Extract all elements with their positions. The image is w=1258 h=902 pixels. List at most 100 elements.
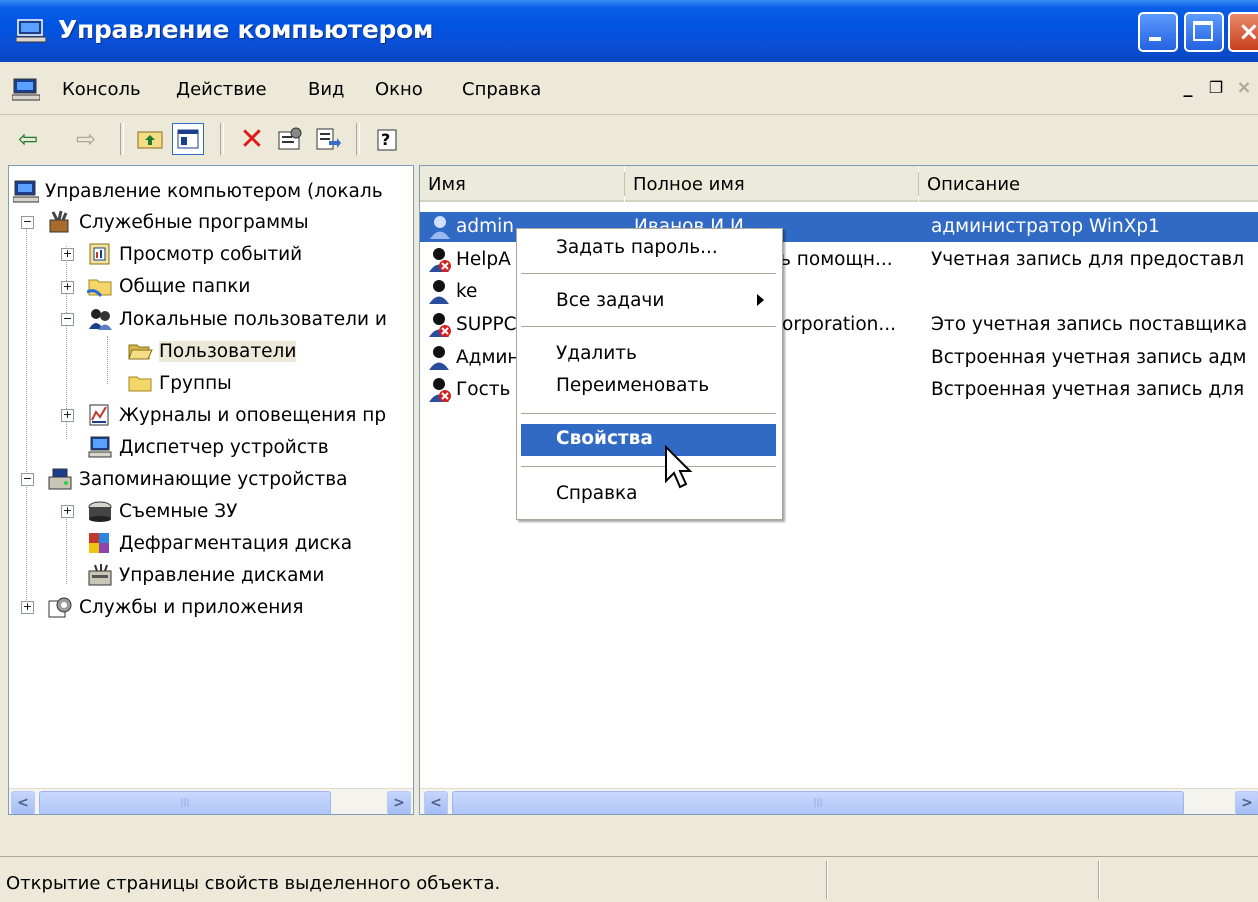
status-divider xyxy=(1098,861,1100,899)
tree-item-disk-management[interactable]: Управление дисками xyxy=(87,560,324,590)
tree-item-label: Общие папки xyxy=(119,275,251,297)
tree-root[interactable]: Управление компьютером (локаль xyxy=(13,176,383,206)
menu-item-rename[interactable]: Переименовать xyxy=(521,371,776,403)
menu-action[interactable]: Действие xyxy=(176,79,267,100)
menu-separator xyxy=(521,326,776,327)
mdi-restore-icon[interactable]: ❐ xyxy=(1202,76,1230,102)
maximize-button[interactable] xyxy=(1184,12,1224,52)
menu-item-label: Свойства xyxy=(556,428,653,449)
scroll-left-icon[interactable]: < xyxy=(11,791,35,814)
list-horizontal-scrollbar[interactable]: < ||| > xyxy=(420,788,1258,814)
export-icon[interactable] xyxy=(312,123,344,155)
tree-guide-line xyxy=(26,216,27,614)
tree-item-label: Дефрагментация диска xyxy=(119,532,353,554)
collapse-icon[interactable]: − xyxy=(61,313,74,326)
tree-item-defrag[interactable]: Дефрагментация диска xyxy=(87,528,352,558)
menu-window[interactable]: Окно xyxy=(375,79,423,100)
tree-item-removable-storage[interactable]: Съемные ЗУ xyxy=(87,496,237,526)
menu-item-set-password[interactable]: Задать пароль... xyxy=(521,233,776,265)
menu-console[interactable]: Консоль xyxy=(62,79,141,100)
computer-management-icon xyxy=(16,19,46,43)
menu-item-help[interactable]: Справка xyxy=(521,479,776,511)
event-viewer-icon xyxy=(89,243,110,265)
device-manager-icon xyxy=(88,436,112,458)
minimize-button[interactable] xyxy=(1138,12,1178,52)
svg-text:?: ? xyxy=(381,130,390,149)
disk-management-icon xyxy=(88,564,112,586)
scroll-right-icon[interactable]: > xyxy=(1235,791,1258,814)
menu-bar: Консоль Действие Вид Окно Справка _ ❐ × xyxy=(0,62,1258,115)
tree-item-label: Пользователи xyxy=(159,340,297,362)
tree-item-label: Группы xyxy=(159,372,232,394)
tree-item-services[interactable]: Службы и приложения xyxy=(47,592,303,622)
disabled-user-icon xyxy=(429,313,451,337)
expand-icon[interactable]: + xyxy=(61,281,74,294)
cell-name: admin xyxy=(456,216,514,237)
tree-horizontal-scrollbar[interactable]: < ||| > xyxy=(9,788,413,814)
tree-item-local-users[interactable]: Локальные пользователи и xyxy=(87,304,387,334)
toolbar: ⇦ ⇨ ✕ ? xyxy=(0,114,1258,161)
tools-icon xyxy=(49,210,69,233)
back-icon[interactable]: ⇦ xyxy=(12,123,44,155)
menu-item-all-tasks[interactable]: Все задачи xyxy=(521,286,776,318)
menu-separator xyxy=(521,273,776,274)
scroll-right-icon[interactable]: > xyxy=(387,791,411,814)
up-folder-icon[interactable] xyxy=(134,123,166,155)
tree-item-storage[interactable]: Запоминающие устройства xyxy=(47,464,347,494)
mdi-minimize-icon[interactable]: _ xyxy=(1174,76,1202,102)
tree-item-label: Службы и приложения xyxy=(79,596,304,618)
column-header-full-name[interactable]: Полное имя xyxy=(625,166,918,202)
status-text: Открытие страницы свойств выделенного об… xyxy=(6,873,501,894)
scroll-thumb[interactable]: ||| xyxy=(452,791,1184,814)
forward-icon[interactable]: ⇨ xyxy=(70,123,102,155)
tree-item-groups[interactable]: Группы xyxy=(127,368,232,398)
delete-icon[interactable]: ✕ xyxy=(236,122,268,157)
user-icon xyxy=(430,216,450,239)
column-header-name[interactable]: Имя xyxy=(420,166,624,202)
expand-icon[interactable]: + xyxy=(21,601,34,614)
menu-item-label: Удалить xyxy=(556,343,637,364)
cell-description: Учетная запись для предоставл xyxy=(931,249,1245,270)
cell-description: Это учетная запись поставщика xyxy=(931,314,1248,335)
cell-name: ke xyxy=(456,281,478,302)
menu-view[interactable]: Вид xyxy=(308,79,345,100)
menu-item-delete[interactable]: Удалить xyxy=(521,339,776,371)
tree-guide-line xyxy=(107,336,108,384)
tree-item-event-viewer[interactable]: Просмотр событий xyxy=(87,239,302,269)
menu-item-label: Справка xyxy=(556,483,638,504)
menu-help[interactable]: Справка xyxy=(462,79,541,100)
user-icon xyxy=(429,346,449,370)
services-icon xyxy=(48,597,72,618)
mdi-close-icon[interactable]: × xyxy=(1230,76,1258,102)
title-bar[interactable]: Управление компьютером × xyxy=(0,0,1258,62)
removable-storage-icon xyxy=(88,501,112,522)
cell-name: Админ xyxy=(456,347,520,368)
scroll-thumb[interactable]: ||| xyxy=(39,791,331,814)
tree-item-label: Журналы и оповещения пр xyxy=(119,404,387,426)
properties-icon[interactable] xyxy=(274,123,306,155)
expand-icon[interactable]: + xyxy=(61,248,74,261)
computer-management-icon xyxy=(13,180,39,203)
expand-icon[interactable]: + xyxy=(61,409,74,422)
folder-icon xyxy=(128,376,152,392)
cell-description: Встроенная учетная запись для xyxy=(931,379,1245,400)
show-tree-icon[interactable] xyxy=(172,123,204,155)
tree-item-system-tools[interactable]: Служебные программы xyxy=(47,207,309,237)
collapse-icon[interactable]: − xyxy=(21,216,34,229)
tree-item-perf-logs[interactable]: Журналы и оповещения пр xyxy=(87,400,386,430)
scroll-left-icon[interactable]: < xyxy=(424,791,448,814)
expand-icon[interactable]: + xyxy=(61,505,74,518)
console-icon[interactable] xyxy=(12,77,40,101)
tree-item-shared-folders[interactable]: Общие папки xyxy=(87,271,250,301)
disabled-user-icon xyxy=(429,248,451,272)
close-button[interactable]: × xyxy=(1228,12,1258,52)
status-divider xyxy=(826,861,828,899)
cursor-icon xyxy=(665,445,693,489)
cell-description: администратор WinXp1 xyxy=(931,216,1160,237)
menu-item-properties[interactable]: Свойства xyxy=(521,424,776,456)
column-header-description[interactable]: Описание xyxy=(919,166,1258,202)
tree-item-device-manager[interactable]: Диспетчер устройств xyxy=(87,432,329,462)
help-icon[interactable]: ? xyxy=(372,123,404,155)
tree-item-users[interactable]: Пользователи xyxy=(127,336,297,366)
collapse-icon[interactable]: − xyxy=(21,473,34,486)
